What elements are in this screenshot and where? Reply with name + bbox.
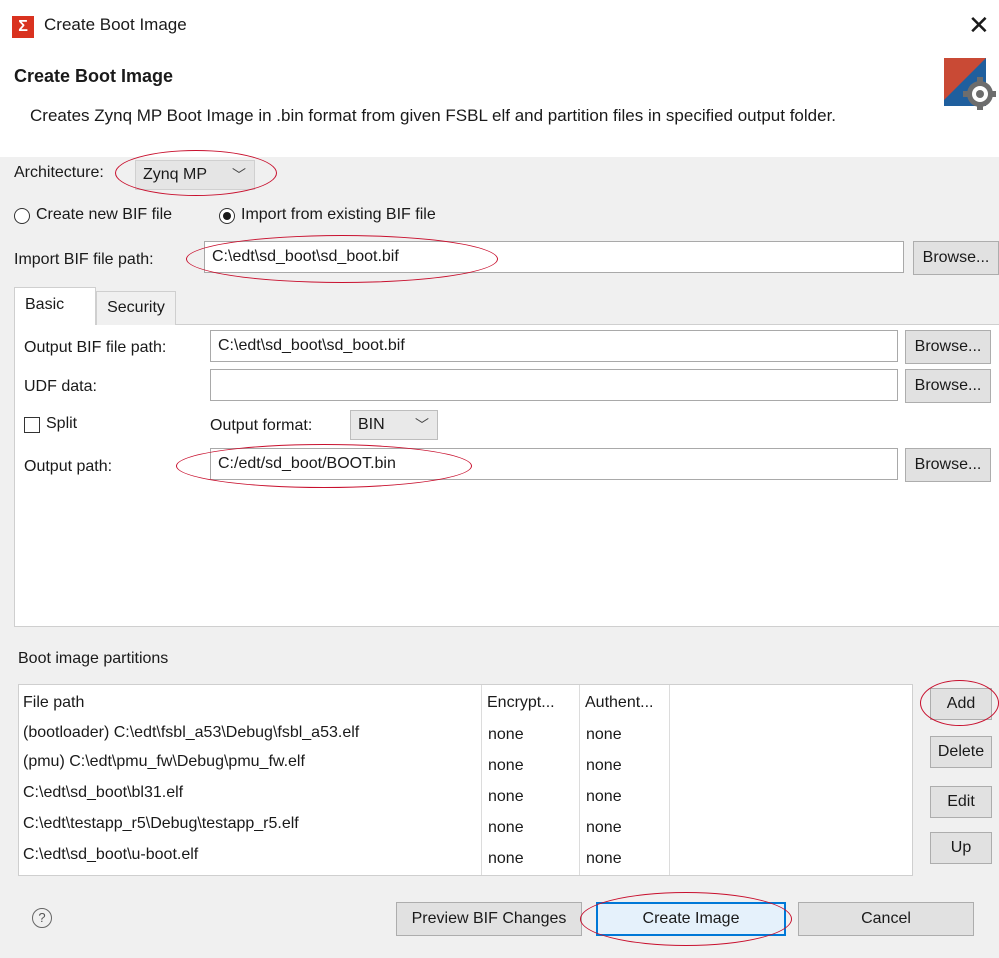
output-path-input[interactable]: C:/edt/sd_boot/BOOT.bin xyxy=(210,448,898,480)
page-title: Create Boot Image xyxy=(14,66,174,86)
table-row-authent: none xyxy=(586,819,622,836)
table-row-encrypt: none xyxy=(488,726,524,743)
up-button[interactable]: Up xyxy=(930,832,992,864)
column-header-encrypt[interactable]: Encrypt... xyxy=(487,694,555,712)
import-bif-radio[interactable] xyxy=(219,208,235,224)
preview-bif-changes-button[interactable]: Preview BIF Changes xyxy=(396,902,582,936)
table-row-encrypt: none xyxy=(488,788,524,805)
table-row-file-path[interactable]: C:\edt\testapp_r5\Debug\testapp_r5.elf xyxy=(23,815,299,833)
table-row-encrypt: none xyxy=(488,850,524,867)
split-label: Split xyxy=(46,415,78,432)
table-row-authent: none xyxy=(586,726,622,743)
app-logo-icon: Σ xyxy=(12,16,34,38)
create-new-bif-radio[interactable] xyxy=(14,208,30,224)
delete-button[interactable]: Delete xyxy=(930,736,992,768)
table-row-authent: none xyxy=(586,757,622,774)
split-checkbox[interactable] xyxy=(24,417,40,433)
table-row-authent: none xyxy=(586,788,622,805)
import-bif-path-input[interactable]: C:\edt\sd_boot\sd_boot.bif xyxy=(204,241,904,273)
import-bif-path-label: Import BIF file path: xyxy=(14,251,154,268)
table-row-encrypt: none xyxy=(488,757,524,774)
architecture-label: Architecture: xyxy=(14,164,104,181)
window-title: Create Boot Image xyxy=(44,15,187,34)
partitions-title: Boot image partitions xyxy=(18,650,169,667)
close-icon[interactable]: ✕ xyxy=(968,10,990,40)
chevron-down-icon: ﹀ xyxy=(415,417,429,433)
gear-icon xyxy=(944,58,996,110)
tab-security[interactable]: Security xyxy=(96,291,176,325)
output-format-label: Output format: xyxy=(210,417,313,434)
create-new-bif-label: Create new BIF file xyxy=(36,206,173,223)
partitions-table: File path Encrypt... Authent... (bootloa… xyxy=(18,684,913,876)
column-header-file-path[interactable]: File path xyxy=(23,694,84,712)
create-image-button[interactable]: Create Image xyxy=(596,902,786,936)
architecture-value: Zynq MP xyxy=(143,166,208,183)
page-description: Creates Zynq MP Boot Image in .bin forma… xyxy=(30,106,837,125)
udf-data-input[interactable] xyxy=(210,369,898,401)
output-path-browse-button[interactable]: Browse... xyxy=(905,448,991,482)
output-format-value: BIN xyxy=(358,416,385,433)
import-bif-browse-button[interactable]: Browse... xyxy=(913,241,999,275)
import-bif-label: Import from existing BIF file xyxy=(241,206,436,223)
table-row-authent: none xyxy=(586,850,622,867)
column-header-authent[interactable]: Authent... xyxy=(585,694,654,712)
table-row-file-path[interactable]: (pmu) C:\edt\pmu_fw\Debug\pmu_fw.elf xyxy=(23,753,305,771)
table-row-file-path[interactable]: C:\edt\sd_boot\u-boot.elf xyxy=(23,846,198,864)
udf-data-label: UDF data: xyxy=(24,378,97,395)
help-icon[interactable]: ? xyxy=(32,908,52,928)
tab-basic[interactable]: Basic xyxy=(14,287,96,325)
table-row-file-path[interactable]: C:\edt\sd_boot\bl31.elf xyxy=(23,784,183,802)
output-path-label: Output path: xyxy=(24,458,113,475)
architecture-select[interactable]: Zynq MP ﹀ xyxy=(135,160,255,190)
output-bif-path-input[interactable]: C:\edt\sd_boot\sd_boot.bif xyxy=(210,330,898,362)
add-button[interactable]: Add xyxy=(930,688,992,720)
chevron-down-icon: ﹀ xyxy=(232,167,246,183)
output-bif-path-label: Output BIF file path: xyxy=(24,339,167,356)
udf-data-browse-button[interactable]: Browse... xyxy=(905,369,991,403)
output-format-select[interactable]: BIN ﹀ xyxy=(350,410,438,440)
output-bif-browse-button[interactable]: Browse... xyxy=(905,330,991,364)
cancel-button[interactable]: Cancel xyxy=(798,902,974,936)
edit-button[interactable]: Edit xyxy=(930,786,992,818)
table-row-file-path[interactable]: (bootloader) C:\edt\fsbl_a53\Debug\fsbl_… xyxy=(23,724,359,742)
table-row-encrypt: none xyxy=(488,819,524,836)
